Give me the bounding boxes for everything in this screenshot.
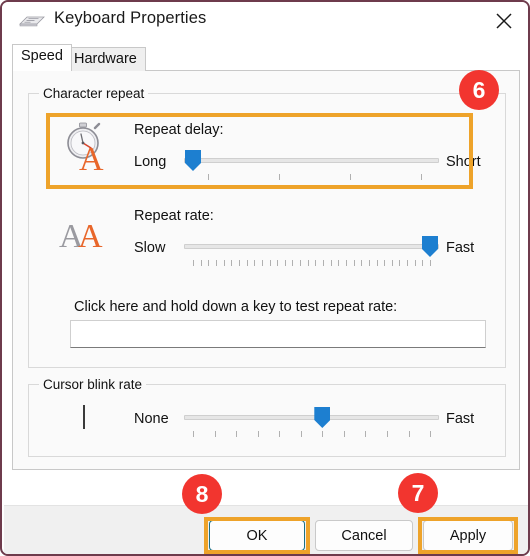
repeat-delay-min-label: Long bbox=[134, 154, 167, 170]
repeat-rate-max-label: Fast bbox=[446, 240, 475, 256]
repeat-delay-max-label: Short bbox=[446, 154, 481, 170]
double-a-icon: A A bbox=[59, 214, 117, 259]
setting-repeat-delay: A Repeat delay: Long Short bbox=[29, 94, 507, 214]
repeat-rate-title: Repeat rate: bbox=[134, 208, 214, 224]
repeat-rate-slider-thumb[interactable] bbox=[422, 236, 438, 257]
repeat-rate-slider[interactable] bbox=[184, 236, 439, 268]
tab-hardware[interactable]: Hardware bbox=[65, 47, 146, 71]
repeat-delay-slider[interactable] bbox=[184, 150, 439, 182]
cursor-blink-slider-thumb[interactable] bbox=[314, 407, 331, 428]
repeat-delay-title: Repeat delay: bbox=[134, 122, 224, 138]
svg-text:A: A bbox=[78, 218, 103, 254]
repeat-delay-slider-track[interactable] bbox=[184, 158, 439, 163]
cursor-blink-tickmarks bbox=[184, 431, 439, 438]
repeat-rate-min-label: Slow bbox=[134, 240, 166, 256]
repeat-delay-tickmarks bbox=[184, 174, 439, 181]
step-badge-6: 6 bbox=[459, 70, 499, 110]
setting-cursor-blink-rate: None Fast bbox=[29, 385, 507, 458]
apply-button[interactable]: Apply bbox=[423, 520, 513, 551]
setting-test-repeat-rate: Click here and hold down a key to test r… bbox=[29, 292, 507, 362]
window-title: Keyboard Properties bbox=[54, 9, 207, 27]
cursor-blink-min-label: None bbox=[134, 411, 169, 427]
repeat-rate-slider-track[interactable] bbox=[184, 244, 439, 249]
cancel-button[interactable]: Cancel bbox=[315, 520, 413, 551]
title-bar: Keyboard Properties bbox=[2, 2, 528, 38]
test-repeat-rate-input[interactable] bbox=[70, 320, 486, 348]
group-cursor-blink-rate: Cursor blink rate None Fast bbox=[28, 377, 507, 458]
repeat-rate-tickmarks bbox=[184, 260, 439, 267]
setting-repeat-rate: A A Repeat rate: Slow Fast bbox=[29, 202, 507, 294]
tab-strip: Speed Hardware bbox=[2, 38, 528, 71]
test-repeat-rate-label: Click here and hold down a key to test r… bbox=[74, 299, 398, 315]
step-badge-7: 7 bbox=[398, 473, 438, 513]
keyboard-properties-dialog: Keyboard Properties Speed Hardware Chara… bbox=[0, 0, 530, 556]
cursor-blink-max-label: Fast bbox=[446, 411, 475, 427]
group-character-repeat: Character repeat A Repeat delay: Long Sh… bbox=[28, 86, 507, 368]
ok-button[interactable]: OK bbox=[209, 520, 305, 551]
tab-page-speed: Character repeat A Repeat delay: Long Sh… bbox=[12, 70, 520, 470]
tab-speed-label: Speed bbox=[21, 48, 63, 64]
repeat-delay-slider-thumb[interactable] bbox=[185, 150, 201, 171]
step-badge-8: 8 bbox=[182, 474, 222, 514]
text-caret-icon bbox=[79, 403, 89, 436]
cursor-blink-slider-track[interactable] bbox=[184, 415, 439, 420]
close-icon[interactable] bbox=[482, 2, 526, 38]
stopwatch-a-icon: A bbox=[57, 120, 109, 178]
tab-speed[interactable]: Speed bbox=[12, 44, 72, 71]
cursor-blink-slider[interactable] bbox=[184, 407, 439, 439]
tab-hardware-label: Hardware bbox=[74, 51, 137, 67]
keyboard-icon bbox=[18, 14, 46, 28]
svg-text:A: A bbox=[79, 141, 104, 172]
